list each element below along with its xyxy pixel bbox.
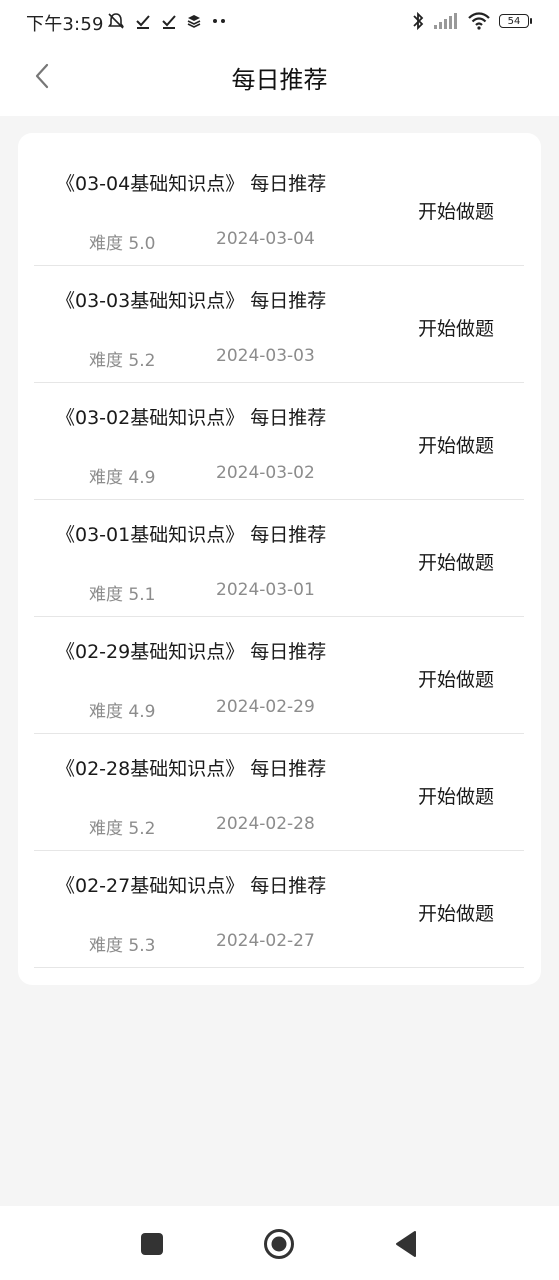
start-quiz-button[interactable]: 开始做题 <box>418 197 494 224</box>
item-date: 2024-03-04 <box>216 229 315 249</box>
square-icon <box>141 1233 163 1255</box>
item-title: 《02-28基础知识点》 每日推荐 <box>56 758 327 780</box>
item-difficulty: 难度 4.9 <box>89 702 156 722</box>
list-item: 《03-01基础知识点》 每日推荐 难度 5.1 2024-03-01 开始做题 <box>34 500 524 617</box>
item-title: 《03-02基础知识点》 每日推荐 <box>56 407 327 429</box>
checkbox-done-icon <box>136 15 150 29</box>
item-difficulty: 难度 5.2 <box>89 819 156 839</box>
wifi-icon <box>468 12 490 30</box>
item-date: 2024-02-28 <box>216 814 315 834</box>
bluetooth-icon <box>413 11 424 31</box>
list-item: 《02-27基础知识点》 每日推荐 难度 5.3 2024-02-27 开始做题 <box>34 851 524 968</box>
recommendation-list: 《03-04基础知识点》 每日推荐 难度 5.0 2024-03-04 开始做题… <box>34 149 524 968</box>
nav-back-button[interactable] <box>388 1226 424 1262</box>
item-title: 《03-04基础知识点》 每日推荐 <box>56 173 327 195</box>
battery-icon: 54 <box>499 14 532 28</box>
item-title: 《03-03基础知识点》 每日推荐 <box>56 290 327 312</box>
item-date: 2024-02-29 <box>216 697 315 717</box>
item-date: 2024-02-27 <box>216 931 315 951</box>
item-date: 2024-03-02 <box>216 463 315 483</box>
bell-muted-icon <box>107 13 125 29</box>
item-date: 2024-03-03 <box>216 346 315 366</box>
battery-level: 54 <box>507 16 521 27</box>
item-difficulty: 难度 5.1 <box>89 585 156 605</box>
status-time: 下午3:59 <box>26 14 104 35</box>
item-difficulty: 难度 5.2 <box>89 351 156 371</box>
item-difficulty: 难度 5.3 <box>89 936 156 956</box>
home-button[interactable] <box>261 1226 297 1262</box>
status-system-icons: 54 <box>411 10 532 32</box>
recents-button[interactable] <box>134 1226 170 1262</box>
item-title: 《03-01基础知识点》 每日推荐 <box>56 524 327 546</box>
start-quiz-button[interactable]: 开始做题 <box>418 431 494 458</box>
list-item: 《03-04基础知识点》 每日推荐 难度 5.0 2024-03-04 开始做题 <box>34 149 524 266</box>
start-quiz-button[interactable]: 开始做题 <box>418 899 494 926</box>
recommendation-card: 《03-04基础知识点》 每日推荐 难度 5.0 2024-03-04 开始做题… <box>18 133 541 985</box>
layers-icon <box>187 15 201 28</box>
list-item: 《03-03基础知识点》 每日推荐 难度 5.2 2024-03-03 开始做题 <box>34 266 524 383</box>
top-bar: 每日推荐 <box>0 42 559 116</box>
circle-icon <box>264 1229 294 1259</box>
list-item: 《03-02基础知识点》 每日推荐 难度 4.9 2024-03-02 开始做题 <box>34 383 524 500</box>
more-dots-icon <box>213 19 225 23</box>
start-quiz-button[interactable]: 开始做题 <box>418 548 494 575</box>
start-quiz-button[interactable]: 开始做题 <box>418 314 494 341</box>
item-title: 《02-27基础知识点》 每日推荐 <box>56 875 327 897</box>
status-bar: 下午3:59 54 <box>0 0 559 42</box>
item-title: 《02-29基础知识点》 每日推荐 <box>56 641 327 663</box>
system-nav-bar <box>0 1206 559 1280</box>
list-item: 《02-28基础知识点》 每日推荐 难度 5.2 2024-02-28 开始做题 <box>34 734 524 851</box>
signal-icon <box>434 13 457 29</box>
page-title: 每日推荐 <box>231 66 328 94</box>
list-item: 《02-29基础知识点》 每日推荐 难度 4.9 2024-02-29 开始做题 <box>34 617 524 734</box>
start-quiz-button[interactable]: 开始做题 <box>418 665 494 692</box>
checkbox-done-icon-2 <box>162 15 176 29</box>
item-difficulty: 难度 5.0 <box>89 234 156 254</box>
triangle-back-icon <box>396 1231 416 1257</box>
item-date: 2024-03-01 <box>216 580 315 600</box>
start-quiz-button[interactable]: 开始做题 <box>418 782 494 809</box>
item-difficulty: 难度 4.9 <box>89 468 156 488</box>
status-notification-icons <box>106 10 228 32</box>
